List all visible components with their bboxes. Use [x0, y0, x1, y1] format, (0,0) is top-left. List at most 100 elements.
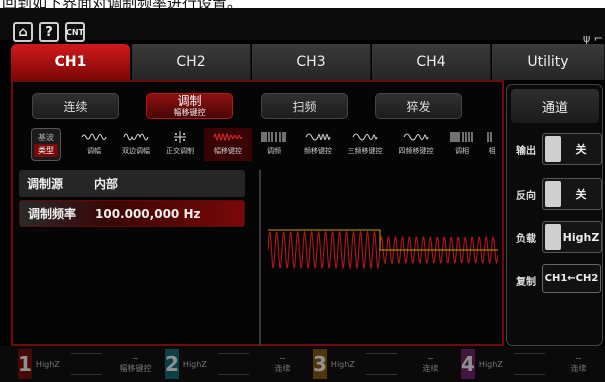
ch1-mode-label: 幅移键控 [119, 364, 152, 373]
ch4-number: 4 [461, 349, 475, 379]
modtype-label: 正交调制 [166, 147, 194, 155]
param-value: 100.000,000 Hz [95, 206, 201, 221]
tab-label: Utility [527, 54, 569, 70]
qam-grid-icon [174, 131, 186, 143]
output-label: 输出 [516, 146, 536, 157]
ch4-lines [513, 353, 545, 375]
toggle-knob [545, 136, 561, 162]
panel-divider [259, 170, 261, 346]
wave-tilde-icon: ∼ [132, 354, 139, 363]
tab-utility[interactable]: Utility [492, 44, 605, 80]
modtype-am[interactable]: 调幅 [74, 128, 114, 161]
tab-ch1[interactable]: CH1 [11, 44, 131, 80]
modtype-label: 幅移键控 [214, 147, 242, 155]
toggle-knob [545, 181, 561, 207]
tab-label: CH1 [54, 54, 87, 70]
mode-sweep-button[interactable]: 扫频 [261, 93, 348, 119]
more-wave-icon [487, 132, 492, 142]
channel-side-panel: 通道 [506, 84, 603, 346]
mode-modulation-button[interactable]: 调制 幅移键控 [146, 93, 233, 119]
modtype-label: 调幅 [87, 147, 101, 155]
ch4-status[interactable]: 4 HighZ ∼ 连续 [461, 348, 605, 380]
ask-wave-icon [213, 133, 243, 141]
3fsk-wave-icon [352, 133, 378, 141]
ch2-number: 2 [165, 349, 179, 379]
toggle-value: 关 [575, 188, 587, 201]
modtype-label: 相 [488, 147, 496, 155]
tab-label: CH4 [416, 54, 446, 70]
wave-tilde-icon: ∼ [575, 354, 582, 363]
mode-label: 扫频 [292, 99, 317, 114]
type-selector[interactable]: 基波 类型 [31, 128, 61, 161]
param-label: 调制频率 [28, 207, 77, 221]
ch3-number: 3 [313, 349, 327, 379]
type-top-label: 基波 [38, 133, 54, 142]
modtype-label: 双边调幅 [122, 147, 150, 155]
load-label: 负载 [516, 234, 536, 245]
modtype-dsbam[interactable]: 双边调幅 [116, 128, 156, 161]
modtype-fsk[interactable]: 频移键控 [296, 128, 340, 161]
toggle-value: 关 [575, 143, 587, 156]
app-screen: 回到如下界面对调制频率进行设置。 ⌂ ? CNT ψ ⌐ CH1 CH2 CH3… [0, 0, 605, 382]
cnt-icon[interactable]: CNT [65, 22, 85, 42]
ch3-status[interactable]: 3 HighZ ∼ 连续 [313, 348, 458, 380]
mode-sublabel: 幅移键控 [173, 108, 206, 117]
mode-label: 猝发 [406, 99, 431, 114]
wave-tilde-icon: ∼ [279, 354, 286, 363]
ch1-number: 1 [18, 349, 32, 379]
param-value: 内部 [94, 177, 119, 191]
param-mod-frequency[interactable]: 调制频率 100.000,000 Hz [19, 200, 245, 227]
modtype-3fsk[interactable]: 三频移键控 [340, 128, 390, 161]
wave-tilde-icon: ∼ [427, 354, 434, 363]
am-wave-icon [81, 133, 107, 141]
mode-label: 连续 [63, 99, 88, 114]
ch1-mode: ∼ 幅移键控 [108, 354, 163, 374]
ch2-mode: ∼ 连续 [255, 354, 310, 374]
ch3-mode: ∼ 连续 [403, 354, 458, 374]
tab-ch2[interactable]: CH2 [132, 44, 251, 80]
tab-label: CH3 [296, 54, 326, 70]
ch2-lines [217, 353, 249, 375]
invert-toggle[interactable]: 关 [542, 178, 602, 210]
toggle-value: HighZ [562, 230, 600, 244]
ch4-impedance: HighZ [478, 359, 503, 369]
ch1-status[interactable]: 1 HighZ ∼ 幅移键控 [18, 348, 163, 380]
mode-continuous-button[interactable]: 连续 [32, 93, 119, 119]
type-bottom-label: 类型 [34, 144, 58, 157]
modtype-label: 四频移键控 [398, 147, 434, 155]
channel-header: 通道 [511, 89, 599, 123]
load-toggle[interactable]: HighZ [542, 221, 602, 253]
tab-ch4[interactable]: CH4 [372, 44, 491, 80]
modtype-pm[interactable]: 调相 [442, 128, 482, 161]
copy-button[interactable]: CH1←CH2 [542, 264, 601, 293]
dsb-wave-icon [123, 133, 149, 141]
modtype-label: 调相 [455, 147, 469, 155]
pm-wave-icon [450, 132, 473, 142]
fm-wave-icon [261, 132, 286, 142]
modtype-label: 频移键控 [304, 147, 332, 155]
param-mod-source[interactable]: 调制源 内部 [19, 170, 245, 197]
waveform-preview [268, 229, 498, 271]
ch2-status[interactable]: 2 HighZ ∼ 连续 [165, 348, 310, 380]
channel-tabs: CH1 CH2 CH3 CH4 Utility [11, 44, 605, 80]
modtype-fm[interactable]: 调频 [256, 128, 292, 161]
modtype-label: 三频移键控 [347, 147, 383, 155]
tab-ch3[interactable]: CH3 [252, 44, 371, 80]
home-icon[interactable]: ⌂ [13, 22, 33, 42]
ch1-lines [70, 353, 102, 375]
modtype-qam[interactable]: 正交调制 [160, 128, 200, 161]
output-toggle[interactable]: 关 [542, 133, 602, 165]
ch3-mode-label: 连续 [422, 364, 439, 373]
modtype-more[interactable]: 相 [484, 128, 500, 161]
mode-burst-button[interactable]: 猝发 [375, 93, 462, 119]
fsk-wave-icon [305, 133, 331, 141]
toggle-knob [545, 224, 561, 250]
mode-label: 调制 [177, 94, 202, 108]
modtype-4fsk[interactable]: 四频移键控 [392, 128, 440, 161]
help-icon[interactable]: ? [39, 22, 59, 42]
modtype-label: 调频 [267, 147, 281, 155]
ch4-mode-label: 连续 [570, 364, 587, 373]
modtype-ask[interactable]: 幅移键控 [204, 128, 252, 161]
ch3-impedance: HighZ [330, 359, 355, 369]
copy-label: 复制 [516, 277, 536, 288]
